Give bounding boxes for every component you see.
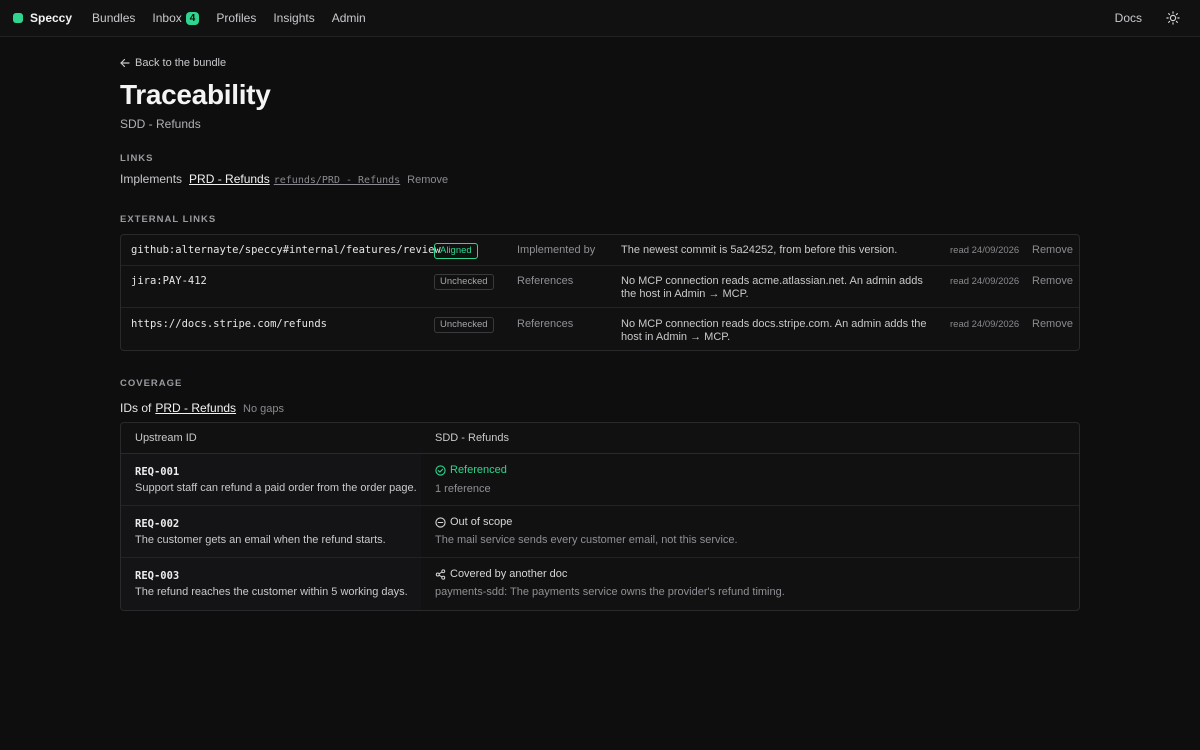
nav-bundles-label: Bundles (92, 11, 136, 25)
status-badge: Unchecked (434, 317, 494, 333)
requirement-id: REQ-003 (135, 570, 180, 582)
coverage-status-label: Out of scope (450, 516, 513, 528)
external-link-url[interactable]: jira:PAY-412 (131, 275, 207, 287)
back-to-bundle-link[interactable]: Back to the bundle (120, 57, 226, 69)
upstream-cell (121, 454, 421, 505)
link-note: No MCP connection reads docs.stripe.com.… (621, 318, 927, 343)
minus-circle-icon (435, 516, 446, 528)
nav-insights[interactable]: Insights (273, 11, 314, 25)
page-subtitle: SDD - Refunds (120, 117, 201, 131)
nav-profiles-label: Profiles (216, 11, 257, 25)
ids-of-label: IDs of (120, 401, 152, 415)
check-circle-icon (435, 464, 446, 476)
linked-doc-path[interactable]: refunds/PRD - Refunds (274, 175, 400, 186)
coverage-table: Upstream ID SDD - Refunds REQ-001 Suppor… (120, 422, 1080, 611)
column-header-doc: SDD - Refunds (435, 432, 509, 444)
requirement-id: REQ-001 (135, 466, 180, 478)
external-link-row: github:alternayte/speccy#internal/featur… (121, 235, 1079, 266)
coverage-doc-link[interactable]: PRD - Refunds (155, 401, 236, 415)
arrow-left-icon (120, 58, 130, 68)
link-note: No MCP connection reads acme.atlassian.n… (621, 275, 923, 300)
coverage-detail: payments-sdd: The payments service owns … (435, 586, 785, 598)
upstream-cell (121, 558, 421, 610)
nav-admin-label: Admin (331, 11, 366, 25)
nav-profiles[interactable]: Profiles (216, 11, 256, 25)
read-date: read 24/09/2026 (950, 276, 1020, 287)
external-link-url[interactable]: github:alternayte/speccy#internal/featur… (131, 244, 441, 256)
back-link-label: Back to the bundle (135, 57, 227, 69)
sun-icon[interactable] (1166, 11, 1180, 25)
docs-link[interactable]: Docs (1115, 11, 1142, 25)
coverage-status-label: Referenced (450, 464, 507, 476)
page-title: Traceability (120, 79, 271, 110)
nav-right: Docs (1115, 11, 1180, 25)
read-date: read 24/09/2026 (950, 245, 1020, 256)
external-link-row: https://docs.stripe.com/refunds Unchecke… (121, 308, 1079, 350)
status-badge: Unchecked (434, 274, 494, 290)
external-links-table: github:alternayte/speccy#internal/featur… (120, 234, 1080, 351)
coverage-row: REQ-003 The refund reaches the customer … (121, 558, 1079, 610)
requirement-text: The refund reaches the customer within 5… (135, 586, 408, 598)
external-links-section-label: EXTERNAL LINKS (120, 214, 217, 225)
requirement-text: Support staff can refund a paid order fr… (135, 482, 417, 494)
brand-name: Speccy (30, 11, 73, 25)
link-item: Implements PRD - Refunds refunds/PRD - R… (120, 172, 448, 186)
linked-doc-link[interactable]: PRD - Refunds (189, 172, 270, 186)
coverage-summary: IDs of PRD - Refunds No gaps (120, 401, 284, 415)
coverage-status[interactable]: Covered by another doc (435, 568, 567, 580)
read-date: read 24/09/2026 (950, 319, 1020, 330)
coverage-row: REQ-001 Support staff can refund a paid … (121, 454, 1079, 506)
nav-inbox-label: Inbox (152, 11, 182, 25)
inbox-count-badge: 4 (185, 11, 200, 25)
coverage-status[interactable]: Out of scope (435, 516, 512, 528)
share-icon (435, 568, 446, 580)
remove-link-button[interactable]: Remove (407, 174, 448, 186)
remove-external-link-button[interactable]: Remove (1032, 275, 1073, 287)
remove-external-link-button[interactable]: Remove (1032, 244, 1073, 256)
requirement-id: REQ-002 (135, 518, 180, 530)
brand[interactable]: Speccy (13, 11, 72, 25)
links-section-label: LINKS (120, 153, 154, 164)
brand-logo-icon (13, 13, 23, 23)
coverage-row: REQ-002 The customer gets an email when … (121, 506, 1079, 558)
coverage-section-label: COVERAGE (120, 378, 183, 389)
coverage-detail: 1 reference (435, 483, 491, 495)
nav-admin[interactable]: Admin (332, 11, 366, 25)
link-relation: References (517, 275, 574, 287)
link-relation: References (517, 318, 574, 330)
external-link-url[interactable]: https://docs.stripe.com/refunds (131, 318, 327, 330)
column-header-upstream-id: Upstream ID (135, 432, 197, 444)
nav-bundles[interactable]: Bundles (92, 11, 135, 25)
link-note: The newest commit is 5a24252, from befor… (621, 244, 898, 256)
top-nav: Speccy Bundles Inbox 4 Profiles Insights … (0, 0, 1200, 37)
nav-inbox[interactable]: Inbox 4 (152, 11, 200, 25)
coverage-detail: The mail service sends every customer em… (435, 534, 738, 546)
coverage-status[interactable]: Referenced (435, 464, 507, 476)
coverage-status-label: Covered by another doc (450, 568, 568, 580)
upstream-cell (121, 506, 421, 557)
nav-insights-label: Insights (273, 11, 315, 25)
status-badge: Aligned (434, 243, 478, 259)
link-relation: Implemented by (517, 244, 596, 256)
main-nav: Bundles Inbox 4 Profiles Insights Admin (92, 11, 383, 25)
link-kind: Implements (120, 172, 183, 186)
requirement-text: The customer gets an email when the refu… (135, 534, 386, 546)
coverage-table-header: Upstream ID SDD - Refunds (121, 423, 1079, 454)
gaps-status: No gaps (243, 403, 285, 415)
remove-external-link-button[interactable]: Remove (1032, 318, 1073, 330)
external-link-row: jira:PAY-412 Unchecked References No MCP… (121, 266, 1079, 308)
